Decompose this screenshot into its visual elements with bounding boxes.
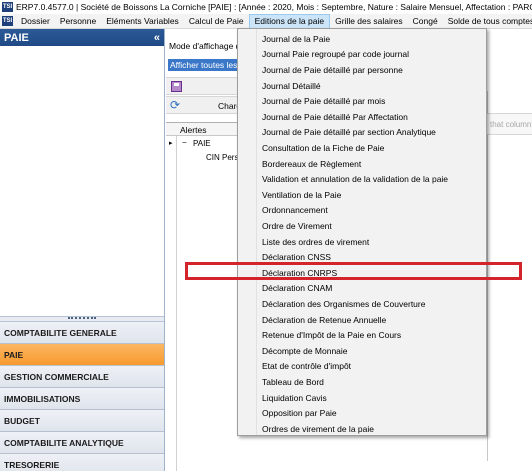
double-chevron-left-icon[interactable]: « (154, 32, 160, 44)
sidebar-title: PAIE (4, 31, 29, 44)
collapse-group-icon[interactable]: − (182, 138, 187, 147)
menu-item-journal-detaille-par-personne[interactable]: Journal de Paie détaillé par personne (258, 63, 403, 78)
refresh-icon[interactable]: ⟳ (170, 99, 180, 111)
menu-item-liquidation-cavis[interactable]: Liquidation Cavis (258, 391, 327, 406)
menu-item-ordre-de-virement[interactable]: Ordre de Virement (258, 219, 332, 234)
module-comptabilite-generale[interactable]: COMPTABILITE GENERALE (0, 322, 164, 344)
menu-item-liste-ordres-de-virement[interactable]: Liste des ordres de virement (258, 235, 369, 250)
menu-grille-des-salaires[interactable]: Grille des salaires (330, 14, 408, 28)
menu-item-decompte-de-monnaie[interactable]: Décompte de Monnaie (258, 344, 348, 359)
menu-item-retenue-impot-paie-en-cours[interactable]: Retenue d'Impôt de la Paie en Cours (258, 328, 401, 343)
menu-item-journal-detaille-par-section[interactable]: Journal de Paie détaillé par section Ana… (258, 125, 436, 140)
menu-item-declaration-retenue-annuelle[interactable]: Déclaration de Retenue Annuelle (258, 313, 386, 328)
menu-elements-variables[interactable]: Eléments Variables (101, 14, 184, 28)
menu-item-ordonnancement[interactable]: Ordonnancement (258, 203, 328, 218)
menu-conge[interactable]: Congé (408, 14, 443, 28)
table-row[interactable]: ▸ − PAIE (166, 138, 238, 150)
save-icon[interactable] (171, 81, 182, 92)
group-row-label: PAIE (193, 139, 211, 148)
title-bar: TSI ERP7.0.4577.0 | Société de Boissons … (0, 0, 532, 14)
menu-item-journal-regroupe-code-journal[interactable]: Journal Paie regroupé par code journal (258, 47, 409, 62)
menu-item-journal-detaille[interactable]: Journal Détaillé (258, 79, 321, 94)
menu-item-declaration-cnam[interactable]: Déclaration CNAM (258, 281, 332, 296)
grid-row-indicator-divider (176, 136, 177, 471)
module-tresorerie[interactable]: TRESORERIE (0, 454, 164, 471)
window-title: ERP7.0.4577.0 | Société de Boissons La C… (16, 2, 532, 12)
menu-item-opposition-par-paie[interactable]: Opposition par Paie (258, 406, 337, 421)
menu-editions-de-la-paie[interactable]: Editions de la paie (248, 14, 331, 28)
menu-item-journal-detaille-par-affectation[interactable]: Journal de Paie détaillé Par Affectation (258, 110, 408, 125)
menu-item-ventilation-de-la-paie[interactable]: Ventilation de la Paie (258, 188, 341, 203)
module-budget[interactable]: BUDGET (0, 410, 164, 432)
menu-solde-de-tous-comptes[interactable]: Solde de tous comptes (443, 14, 532, 28)
menu-item-bordereaux-de-reglement[interactable]: Bordereaux de Règlement (258, 157, 361, 172)
menu-dossier[interactable]: Dossier (16, 14, 55, 28)
editions-dropdown-menu: Journal de la Paie Journal Paie regroupé… (237, 28, 487, 436)
module-comptabilite-analytique[interactable]: COMPTABILITE ANALYTIQUE (0, 432, 164, 454)
menu-icon-gutter (238, 29, 257, 435)
grid-header: Alertes (166, 123, 238, 136)
module-immobilisations[interactable]: IMMOBILISATIONS (0, 388, 164, 410)
menu-item-ordres-virement-de-la-paie[interactable]: Ordres de virement de la paie (258, 422, 374, 437)
menu-calcul-de-paie[interactable]: Calcul de Paie (184, 14, 249, 28)
menu-logo-icon: TSI (2, 16, 13, 26)
module-gestion-commerciale[interactable]: GESTION COMMERCIALE (0, 366, 164, 388)
menu-item-journal-detaille-par-mois[interactable]: Journal de Paie détaillé par mois (258, 94, 385, 109)
menu-item-consultation-fiche-de-paie[interactable]: Consultation de la Fiche de Paie (258, 141, 384, 156)
annotation-highlight-box (185, 262, 522, 280)
table-row[interactable]: CIN Perso (166, 152, 243, 164)
display-mode-label: Mode d'affichage d (169, 41, 241, 51)
sidebar-header: PAIE « (0, 29, 164, 46)
display-mode-select[interactable]: Afficher toutes les a (168, 59, 238, 71)
menu-item-validation-annulation[interactable]: Validation et annulation de la validatio… (258, 172, 448, 187)
alertes-column-header[interactable]: Alertes (180, 125, 206, 135)
menu-item-declaration-organismes-couverture[interactable]: Déclaration des Organismes de Couverture (258, 297, 425, 312)
module-paie[interactable]: PAIE (0, 344, 164, 366)
menu-personne[interactable]: Personne (55, 14, 101, 28)
module-sidebar: PAIE « COMPTABILITE GENERALE PAIE GESTIO… (0, 29, 165, 471)
menu-item-etat-controle-impot[interactable]: Etat de contrôle d'impôt (258, 359, 351, 374)
app-logo-icon: TSI (2, 2, 13, 12)
row-pointer-icon: ▸ (169, 140, 173, 147)
menu-item-journal-de-la-paie[interactable]: Journal de la Paie (258, 32, 330, 47)
menu-item-tableau-de-bord[interactable]: Tableau de Bord (258, 375, 324, 390)
menu-bar: TSI Dossier Personne Eléments Variables … (0, 14, 532, 29)
group-by-hint: that column (487, 113, 532, 135)
module-list: COMPTABILITE GENERALE PAIE GESTION COMME… (0, 322, 164, 471)
